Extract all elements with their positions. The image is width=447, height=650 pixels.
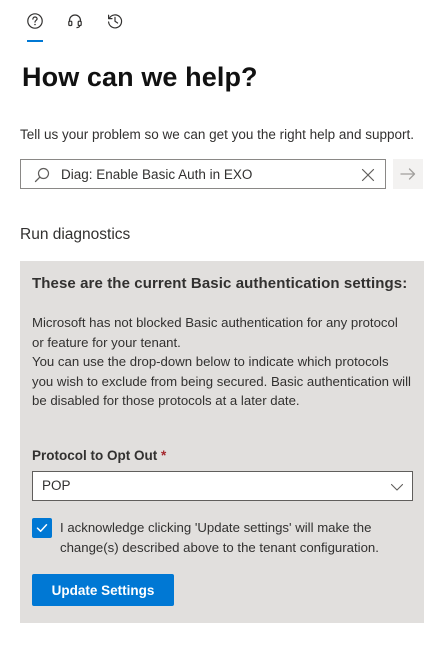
chevron-down-icon bbox=[390, 483, 404, 491]
tab-help[interactable] bbox=[22, 8, 48, 34]
checkmark-icon bbox=[36, 524, 48, 532]
panel-heading: These are the current Basic authenticati… bbox=[32, 275, 408, 292]
required-mark: * bbox=[161, 448, 167, 463]
tab-bar bbox=[22, 8, 152, 44]
arrow-right-icon bbox=[400, 168, 416, 180]
help-icon bbox=[27, 13, 43, 29]
protocol-field-label-text: Protocol to Opt Out bbox=[32, 448, 158, 463]
close-icon[interactable] bbox=[359, 166, 377, 184]
page-title: How can we help? bbox=[22, 62, 258, 92]
diagnostics-panel: These are the current Basic authenticati… bbox=[20, 261, 424, 623]
search-icon bbox=[34, 167, 50, 183]
history-icon bbox=[108, 14, 123, 29]
selected-tab-indicator bbox=[27, 40, 43, 42]
tab-contact-support[interactable] bbox=[62, 8, 88, 34]
panel-paragraph: Microsoft has not blocked Basic authenti… bbox=[32, 315, 398, 350]
intro-text: Tell us your problem so we can get you t… bbox=[20, 127, 414, 142]
search-input[interactable] bbox=[61, 160, 351, 188]
section-title: Run diagnostics bbox=[20, 226, 131, 243]
protocol-dropdown-value: POP bbox=[42, 478, 71, 493]
panel-description: Microsoft has not blocked Basic authenti… bbox=[32, 313, 412, 411]
tab-history[interactable] bbox=[102, 8, 128, 34]
panel-paragraph: You can use the drop-down below to indic… bbox=[32, 354, 411, 408]
acknowledge-checkbox[interactable] bbox=[32, 518, 52, 538]
acknowledge-label: I acknowledge clicking 'Update settings'… bbox=[60, 520, 379, 555]
update-settings-button[interactable]: Update Settings bbox=[32, 574, 174, 606]
protocol-field-label: Protocol to Opt Out * bbox=[32, 448, 166, 463]
protocol-dropdown[interactable]: POP bbox=[32, 471, 413, 501]
search-submit-button[interactable] bbox=[393, 159, 423, 189]
search-box bbox=[20, 159, 386, 189]
headset-icon bbox=[68, 14, 82, 29]
